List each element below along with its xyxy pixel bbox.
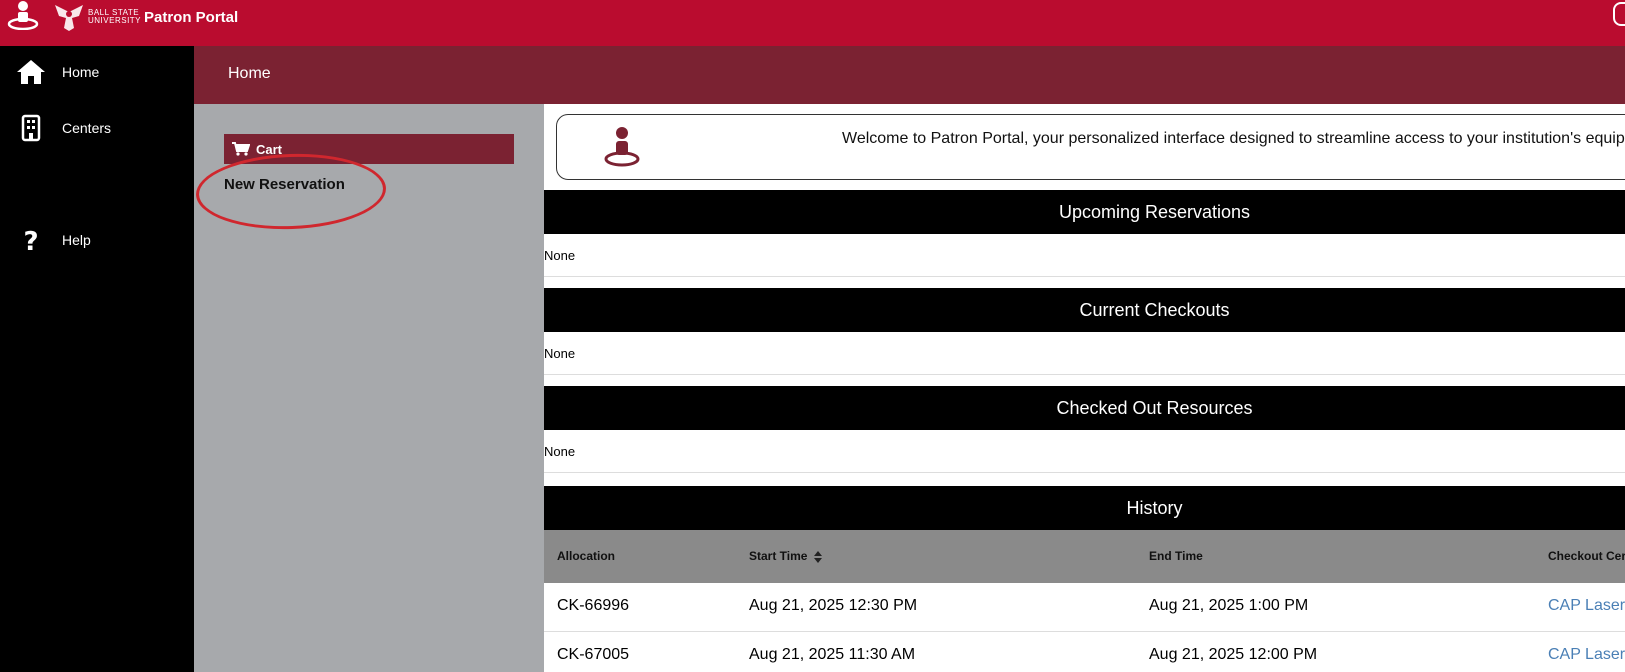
table-row[interactable]: CK-66996 Aug 21, 2025 12:30 PM Aug 21, 2… bbox=[544, 583, 1625, 632]
sidebar-item-label: Home bbox=[62, 64, 100, 80]
account-menu-button[interactable] bbox=[1613, 2, 1625, 26]
cell-allocation: CK-67005 bbox=[557, 646, 630, 663]
cell-allocation: CK-66996 bbox=[557, 597, 630, 614]
sidebar: Home Centers ? Help bbox=[0, 46, 194, 672]
cell-start-time: Aug 21, 2025 12:30 PM bbox=[749, 597, 918, 614]
current-checkouts-body: None bbox=[544, 332, 1625, 375]
page-header: Home bbox=[194, 46, 1625, 104]
cell-end-time: Aug 21, 2025 12:00 PM bbox=[1149, 646, 1318, 663]
column-header-start-time[interactable]: Start Time bbox=[749, 549, 822, 563]
sort-icon bbox=[813, 550, 822, 563]
user-location-icon bbox=[604, 127, 640, 167]
history-header: History bbox=[544, 486, 1625, 530]
university-name: BALL STATE UNIVERSITY bbox=[88, 8, 142, 25]
page-title: Home bbox=[228, 65, 271, 82]
table-row[interactable]: CK-67005 Aug 21, 2025 11:30 AM Aug 21, 2… bbox=[544, 632, 1625, 672]
cell-start-time: Aug 21, 2025 11:30 AM bbox=[749, 646, 916, 663]
checked-out-resources-header: Checked Out Resources bbox=[544, 386, 1625, 430]
building-icon bbox=[0, 114, 62, 142]
sidebar-item-centers[interactable]: Centers bbox=[0, 108, 194, 148]
portal-title: Patron Portal bbox=[144, 8, 239, 26]
cell-checkout-center-link[interactable]: CAP Laser bbox=[1548, 597, 1625, 615]
column-header-allocation[interactable]: Allocation bbox=[557, 549, 615, 563]
cart-icon bbox=[232, 142, 250, 156]
main-content: Welcome to Patron Portal, your personali… bbox=[544, 104, 1625, 672]
sidebar-item-home[interactable]: Home bbox=[0, 52, 194, 92]
upcoming-reservations-body: None bbox=[544, 234, 1625, 277]
user-location-icon[interactable] bbox=[6, 0, 40, 30]
side-panel: Cart New Reservation bbox=[194, 104, 544, 672]
welcome-text: Welcome to Patron Portal, your personali… bbox=[842, 130, 1625, 147]
sidebar-item-help[interactable]: ? Help bbox=[0, 220, 194, 260]
help-icon: ? bbox=[0, 226, 62, 254]
column-header-checkout-center[interactable]: Checkout Cer bbox=[1548, 549, 1625, 563]
welcome-banner: Welcome to Patron Portal, your personali… bbox=[556, 114, 1625, 180]
cell-end-time: Aug 21, 2025 1:00 PM bbox=[1149, 597, 1309, 614]
top-bar: BALL STATE UNIVERSITY Patron Portal bbox=[0, 0, 1625, 46]
upcoming-reservations-header: Upcoming Reservations bbox=[544, 190, 1625, 234]
current-checkouts-header: Current Checkouts bbox=[544, 288, 1625, 332]
cardinal-logo-icon bbox=[55, 5, 83, 31]
cell-checkout-center-link[interactable]: CAP Laser bbox=[1548, 646, 1625, 664]
sidebar-item-label: Centers bbox=[62, 120, 112, 136]
history-table-header: Allocation Start Time End Time Checkout … bbox=[544, 530, 1625, 583]
checked-out-resources-body: None bbox=[544, 430, 1625, 473]
column-header-end-time[interactable]: End Time bbox=[1149, 549, 1203, 563]
home-icon bbox=[0, 58, 62, 86]
sidebar-item-label: Help bbox=[62, 232, 91, 248]
svg-text:?: ? bbox=[23, 227, 38, 254]
university-logo[interactable]: BALL STATE UNIVERSITY Patron Portal bbox=[52, 2, 238, 32]
